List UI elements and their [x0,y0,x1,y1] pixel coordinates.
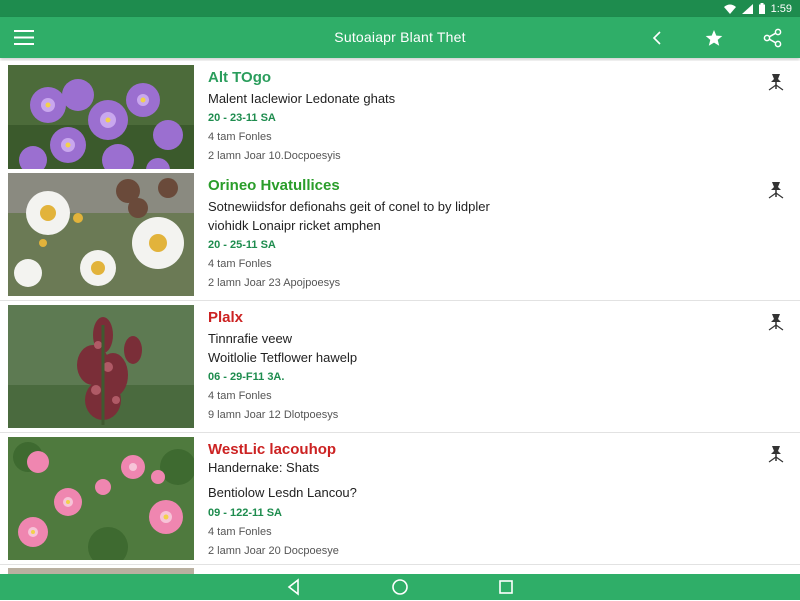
entry-date: 06 - 29-F11 3A. [208,371,285,383]
flower-thumbnail [8,437,194,560]
pin-icon[interactable] [766,311,786,331]
flower-thumbnail [8,305,194,428]
wifi-icon [723,4,736,14]
battery-icon [758,3,765,14]
star-icon[interactable] [703,27,725,49]
entry-date: 20 - 25-11 SA [208,239,276,251]
entry-description-2: viohidk Lonaipr ricket amphen [208,218,381,233]
status-time: 1:59 [770,2,792,15]
nav-back-icon[interactable] [285,578,303,596]
entry-meta: 4 tam Fonles [208,258,272,270]
entry-description: Tinnrafie veew [208,331,293,346]
entry-name: Orineo Hvatullices [208,177,340,194]
entry-meta-secondary: 2 lamn Joar 10.Docpoesyis [208,150,341,162]
entry-name: Alt TOgo [208,69,272,86]
entry-description: Malent Iaclewior Ledonate ghats [208,91,396,106]
entry-meta: 4 tam Fonles [208,526,272,538]
entry-name: Plalx [208,309,244,326]
navigation-bar [0,574,800,600]
entry-date: 20 - 23-11 SA [208,112,276,124]
entry-date: 09 - 122-11 SA [208,507,282,519]
entry-meta: 4 tam Fonles [208,390,272,402]
app-bar: Sutoaiapr Blant Thet [0,17,800,58]
pin-icon[interactable] [766,71,786,91]
entry-meta-secondary: 2 lamn Joar 20 Docpoesye [208,545,339,557]
pin-icon[interactable] [766,443,786,463]
entry-description-2: Woitlolie Tetflower hawelp [208,350,358,365]
list-item[interactable]: WestLic lacouhop Handernake: Shats Benti… [0,433,800,565]
nav-recents-icon[interactable] [497,578,515,596]
entry-description: Sotnewiidsfor defionahs geit of conel to… [208,199,490,214]
entry-name: WestLic lacouhop [208,441,337,458]
pin-icon[interactable] [766,179,786,199]
list-item[interactable]: Plalx Tinnrafie veew Woitlolie Tetflower… [0,301,800,433]
share-icon[interactable] [762,27,784,49]
app-title: Sutoaiapr Blant Thet [334,29,466,45]
status-bar: 1:59 [0,0,800,17]
flower-thumbnail [8,173,194,296]
entry-meta: 4 tam Fonles [208,131,272,143]
nav-home-icon[interactable] [391,578,409,596]
back-arrow-icon[interactable] [646,27,668,49]
entry-description: Handernake: Shats [208,460,320,475]
entry-meta-secondary: 2 lamn Joar 23 Apojpoesys [208,277,341,289]
signal-icon [741,3,753,14]
entry-description-2: Bentiolow Lesdn Lancou? [208,485,357,500]
list-item[interactable]: Orineo Hvatullices Sotnewiidsfor defiona… [0,169,800,301]
entry-meta-secondary: 9 lamn Joar 12 Dlotpoesys [208,409,339,421]
